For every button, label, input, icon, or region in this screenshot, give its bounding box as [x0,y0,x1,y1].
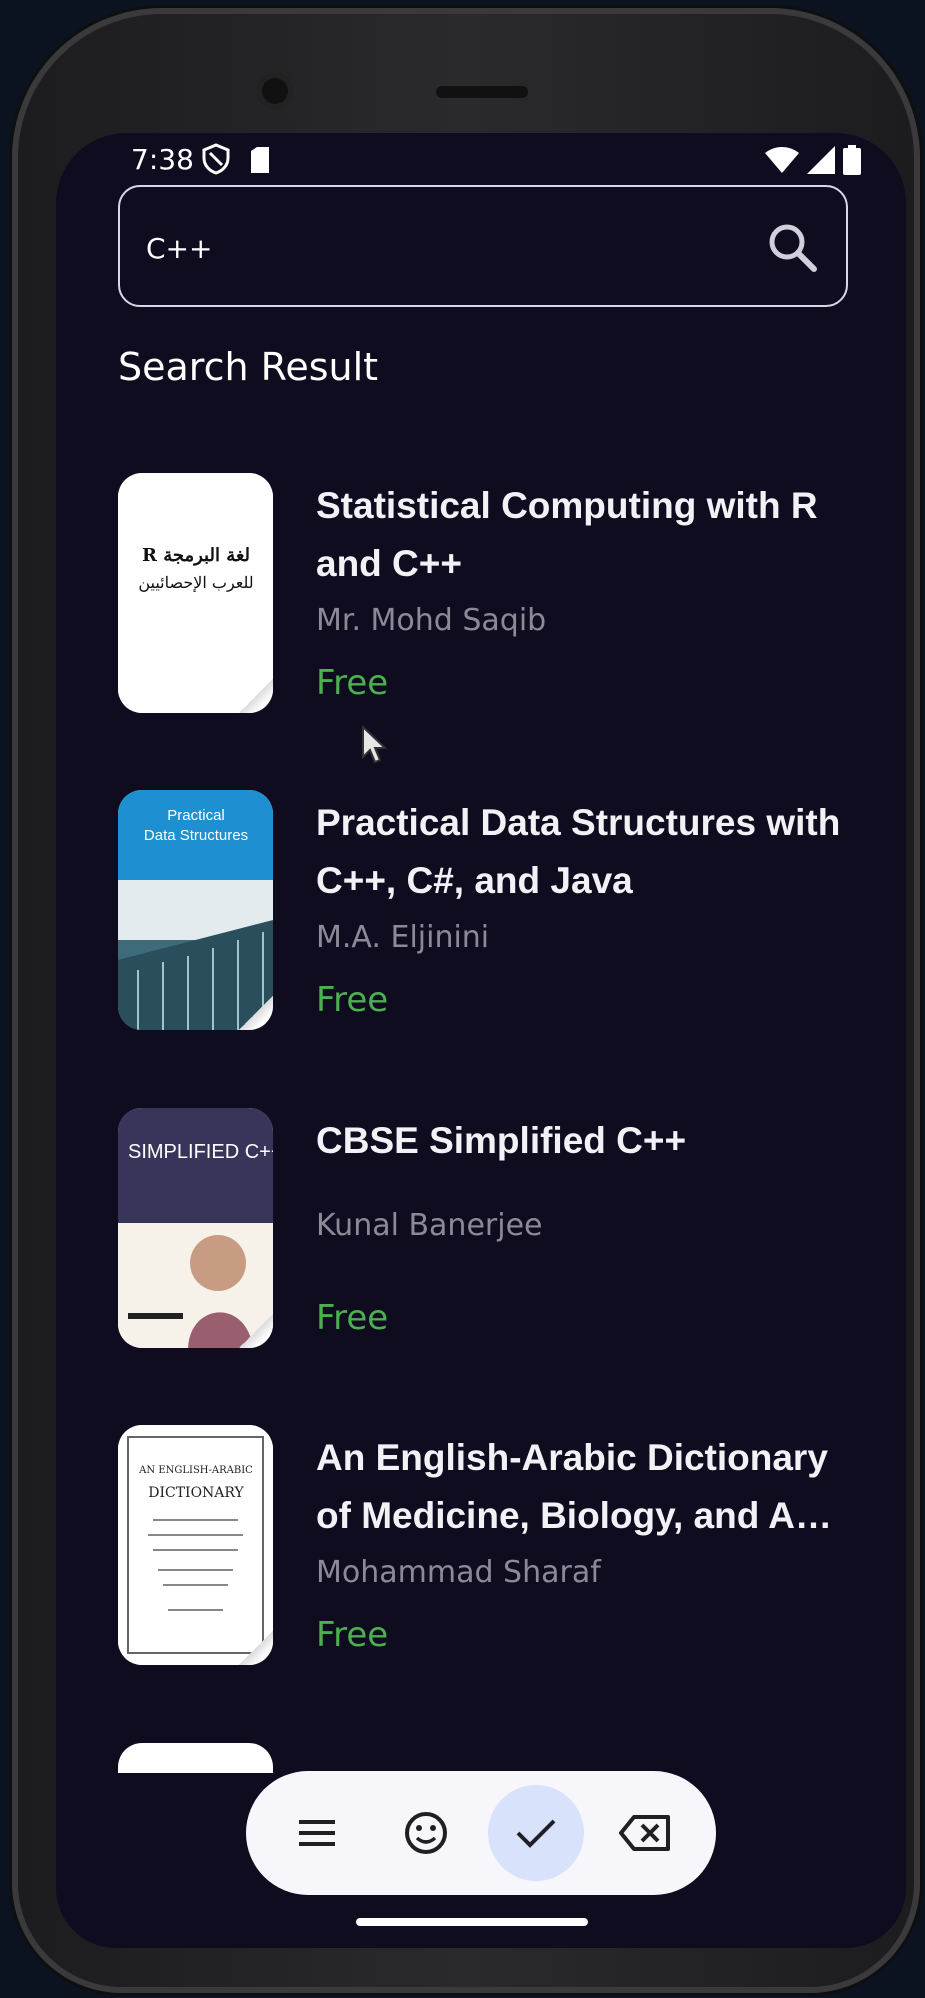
book-cover[interactable]: AN ENGLISH-ARABIC DICTIONARY [118,1425,273,1665]
book-cover-art: SIMPLIFIED C++ [118,1108,273,1348]
section-title: Search Result [118,345,379,389]
earpiece-speaker [436,86,528,98]
book-author: M.A. Eljinini [316,920,490,955]
search-input[interactable] [146,223,706,273]
sim-card-icon [251,147,269,173]
page-curl [239,679,273,713]
page-curl [239,1314,273,1348]
menu-icon [298,1820,335,1846]
keyboard-toolbar [246,1771,716,1895]
svg-text:R لغة البرمجة: R لغة البرمجة [142,545,250,566]
book-list-item[interactable]: Practical Data Structures Practical Data… [118,790,858,1030]
book-cover-partial[interactable] [118,1743,273,1773]
backspace-icon [619,1815,671,1851]
book-list-item[interactable]: R لغة البرمجة للعرب الإحصائيين Statistic… [118,473,858,713]
battery-icon [843,145,861,175]
book-cover[interactable]: SIMPLIFIED C++ [118,1108,273,1348]
book-list-item[interactable]: AN ENGLISH-ARABIC DICTIONARY An English-… [118,1425,858,1665]
book-cover[interactable]: Practical Data Structures [118,790,273,1030]
svg-text:SIMPLIFIED C++: SIMPLIFIED C++ [128,1141,273,1163]
phone-frame: 7:38 C++ Search Result R لغة البرمجة للع… [12,8,920,1993]
svg-text:للعرب الإحصائيين: للعرب الإحصائيين [138,573,253,592]
signal-icon [807,146,835,174]
check-icon [516,1819,556,1848]
page-curl [239,996,273,1030]
status-icons-right [765,145,861,175]
front-camera [257,73,293,109]
search-bar[interactable] [118,185,848,307]
menu-button[interactable] [269,1785,365,1881]
backspace-button[interactable] [597,1785,693,1881]
home-indicator[interactable] [356,1918,588,1926]
book-title[interactable]: CBSE Simplified C++ [316,1112,856,1170]
book-list-item[interactable]: SIMPLIFIED C++ CBSE Simplified C++ Kunal… [118,1108,858,1348]
book-title[interactable]: Statistical Computing with R and C++ [316,477,856,593]
book-author: Mohammad Sharaf [316,1555,601,1590]
wifi-icon [765,147,799,173]
mouse-cursor-icon [362,725,387,764]
book-price: Free [316,980,389,1020]
book-author: Mr. Mohd Saqib [316,603,547,638]
page-curl [239,1631,273,1665]
book-cover-art: Practical Data Structures [118,790,273,1030]
svg-text:DICTIONARY: DICTIONARY [148,1485,244,1501]
svg-text:Data Structures: Data Structures [144,827,248,844]
emoji-icon [405,1812,448,1854]
book-cover-art: AN ENGLISH-ARABIC DICTIONARY [118,1425,273,1665]
book-cover[interactable]: R لغة البرمجة للعرب الإحصائيين [118,473,273,713]
book-price: Free [316,663,389,703]
confirm-button[interactable] [487,1785,584,1881]
book-price: Free [316,1615,389,1655]
book-cover-art: R لغة البرمجة للعرب الإحصائيين [118,473,273,713]
svg-text:Practical: Practical [167,807,225,824]
book-title[interactable]: An English-Arabic Dictionary of Medicine… [316,1429,856,1545]
status-time: 7:38 [131,143,194,176]
status-bar: 7:38 [56,133,906,193]
emoji-button[interactable] [378,1785,474,1881]
book-author: Kunal Banerjee [316,1208,543,1243]
shield-icon [202,143,230,175]
app-screen: 7:38 C++ Search Result R لغة البرمجة للع… [56,133,906,1948]
book-title[interactable]: Practical Data Structures with C++, C#, … [316,794,856,910]
search-icon[interactable] [764,219,820,275]
book-price: Free [316,1298,389,1338]
svg-text:AN ENGLISH-ARABIC: AN ENGLISH-ARABIC [138,1465,253,1476]
